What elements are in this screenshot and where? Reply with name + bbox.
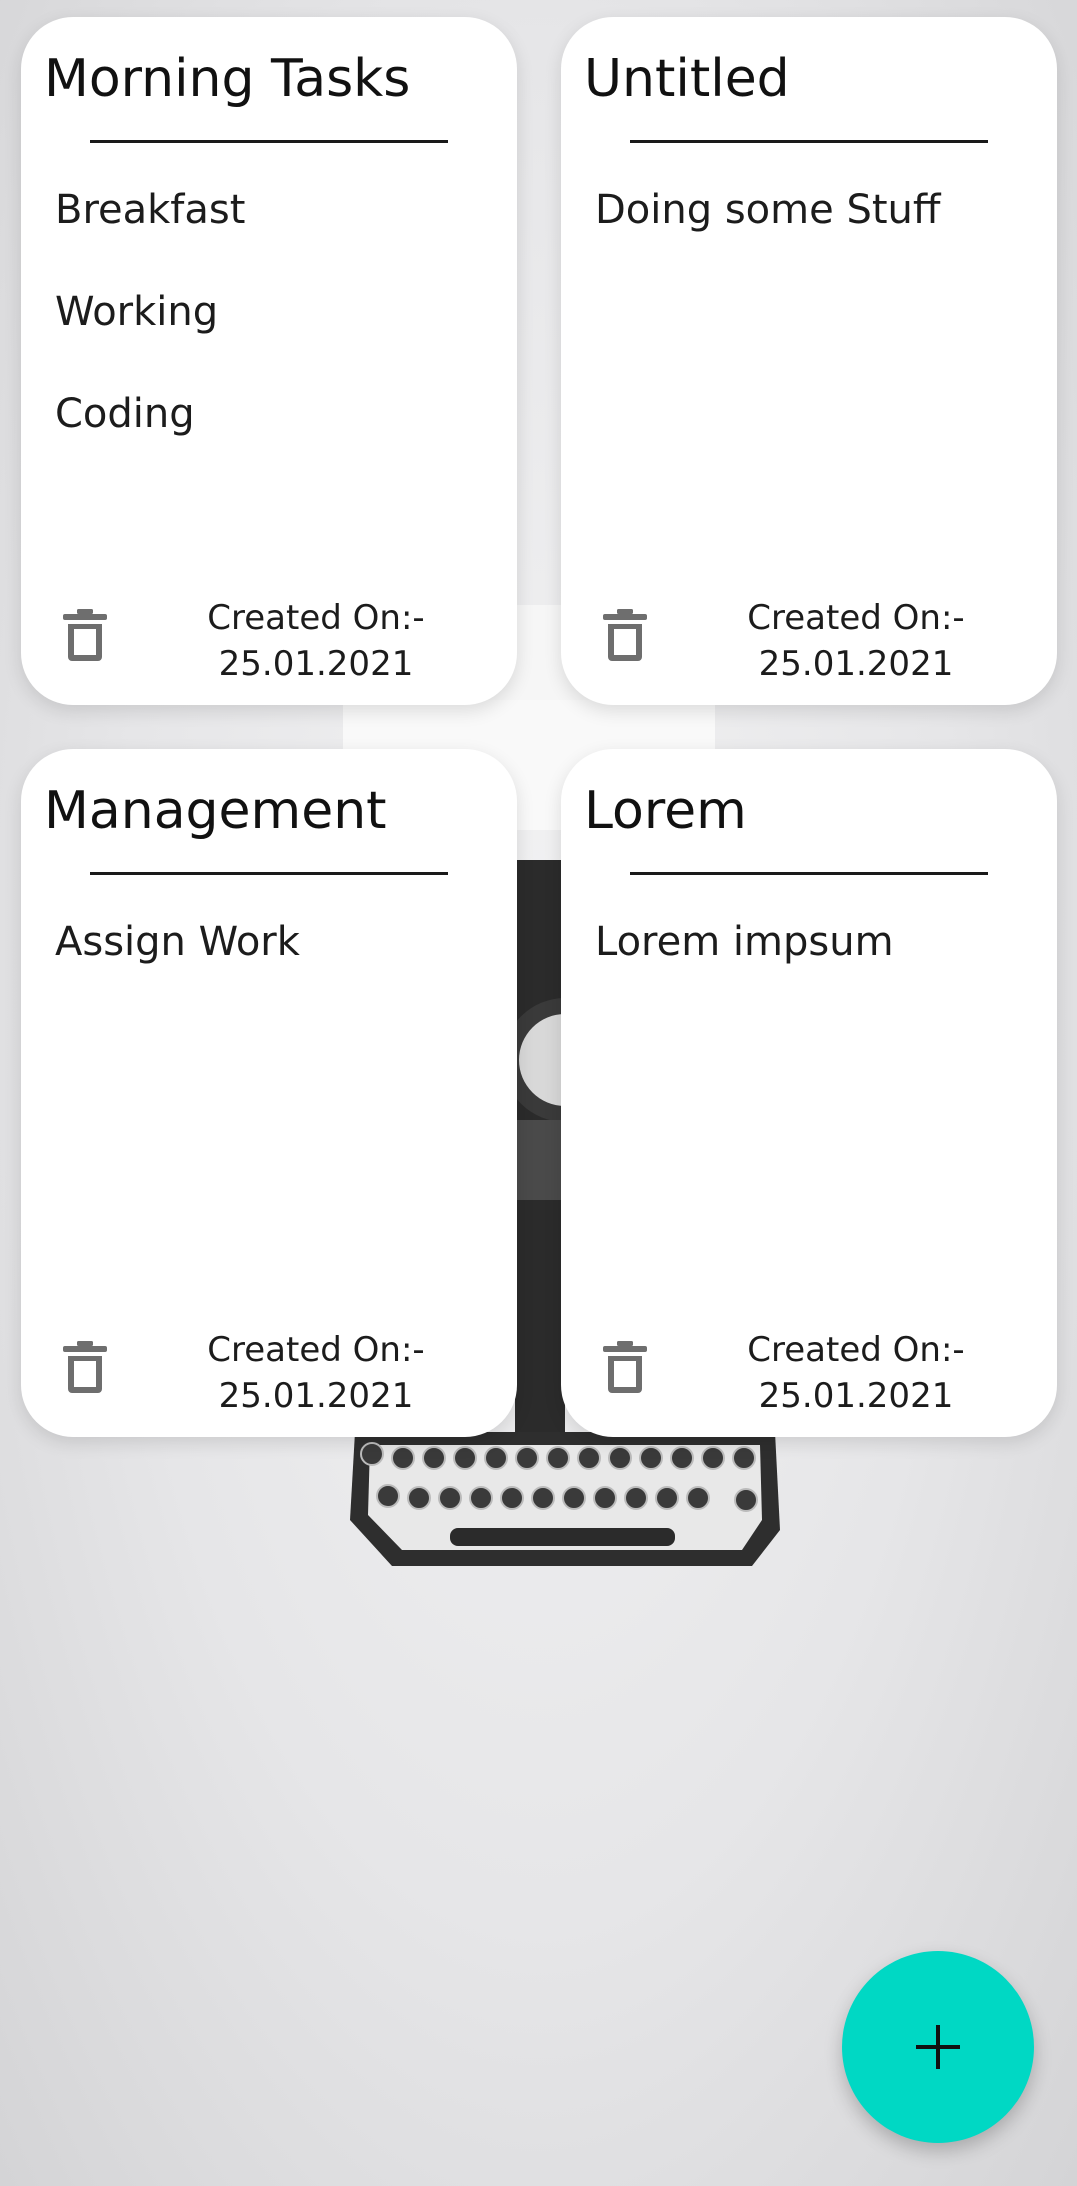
- created-label: Created On:-: [747, 598, 965, 638]
- trash-icon[interactable]: [63, 1341, 107, 1393]
- trash-icon[interactable]: [603, 1341, 647, 1393]
- note-title: Untitled: [584, 49, 790, 109]
- note-content: Assign Work: [55, 914, 497, 1016]
- plus-icon: [916, 2025, 960, 2069]
- created-on: Created On:- 25.01.2021: [731, 1327, 981, 1419]
- created-date: 25.01.2021: [218, 644, 414, 684]
- created-label: Created On:-: [207, 1330, 425, 1370]
- title-divider: [90, 872, 448, 875]
- note-content: Lorem impsum: [595, 914, 1037, 1016]
- note-content: Breakfast Working Coding: [55, 182, 497, 488]
- note-line: Working: [55, 289, 219, 335]
- title-divider: [90, 140, 448, 143]
- trash-icon[interactable]: [63, 609, 107, 661]
- title-divider: [630, 872, 988, 875]
- note-card[interactable]: Morning Tasks Breakfast Working Coding C…: [21, 17, 517, 705]
- created-date: 25.01.2021: [758, 1376, 954, 1416]
- note-line: Lorem impsum: [595, 919, 894, 965]
- note-card[interactable]: Untitled Doing some Stuff Created On:- 2…: [561, 17, 1057, 705]
- add-note-button[interactable]: [842, 1951, 1034, 2143]
- note-line: Breakfast: [55, 187, 246, 233]
- note-card[interactable]: Management Assign Work Created On:- 25.0…: [21, 749, 517, 1437]
- note-line: Assign Work: [55, 919, 300, 965]
- created-date: 25.01.2021: [218, 1376, 414, 1416]
- created-on: Created On:- 25.01.2021: [731, 595, 981, 687]
- created-label: Created On:-: [207, 598, 425, 638]
- created-on: Created On:- 25.01.2021: [191, 1327, 441, 1419]
- trash-icon[interactable]: [603, 609, 647, 661]
- note-content: Doing some Stuff: [595, 182, 1037, 284]
- note-line: Doing some Stuff: [595, 187, 941, 233]
- note-title: Management: [44, 781, 387, 841]
- created-label: Created On:-: [747, 1330, 965, 1370]
- note-line: Coding: [55, 391, 195, 437]
- created-date: 25.01.2021: [758, 644, 954, 684]
- note-title: Lorem: [584, 781, 747, 841]
- created-on: Created On:- 25.01.2021: [191, 595, 441, 687]
- title-divider: [630, 140, 988, 143]
- note-title: Morning Tasks: [44, 49, 411, 109]
- note-card[interactable]: Lorem Lorem impsum Created On:- 25.01.20…: [561, 749, 1057, 1437]
